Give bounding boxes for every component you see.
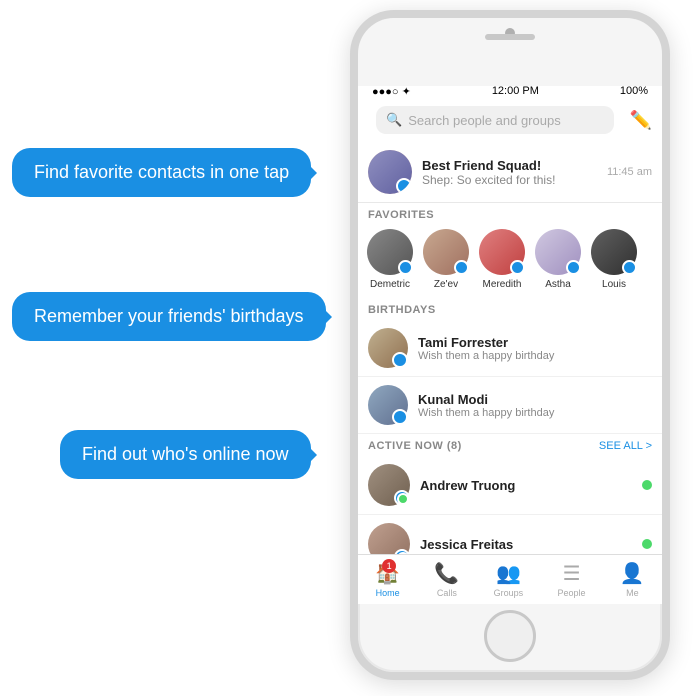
time-display: 12:00 PM bbox=[492, 85, 539, 97]
tab-groups-label: Groups bbox=[494, 588, 524, 598]
birthdays-header: BIRTHDAYS bbox=[358, 298, 662, 320]
active-now-label: ACTIVE NOW (8) bbox=[368, 440, 462, 452]
tab-home-label: Home bbox=[376, 588, 400, 598]
people-icon: ☰ bbox=[563, 561, 581, 586]
tab-calls-label: Calls bbox=[437, 588, 457, 598]
conversation-time: 11:45 am bbox=[607, 166, 652, 178]
active-avatar-andrew bbox=[368, 464, 410, 506]
favorite-zeev[interactable]: Ze'ev bbox=[420, 229, 472, 290]
tab-groups[interactable]: 👥 Groups bbox=[494, 561, 524, 598]
fav-name-astha: Astha bbox=[545, 279, 571, 290]
fav-avatar-zeev bbox=[423, 229, 469, 275]
status-bar: ●●●○ ✦ 12:00 PM 100% bbox=[358, 80, 662, 102]
fav-name-meredith: Meredith bbox=[483, 279, 522, 290]
messenger-badge bbox=[396, 178, 412, 194]
phone-screen: ●●●○ ✦ 12:00 PM 100% 🔍 Search people and… bbox=[358, 80, 662, 604]
phone-frame: ●●●○ ✦ 12:00 PM 100% 🔍 Search people and… bbox=[350, 10, 670, 680]
tab-people[interactable]: ☰ People bbox=[558, 561, 586, 598]
birthday-avatar-tami bbox=[368, 328, 408, 368]
conversation-text: Best Friend Squad! Shep: So excited for … bbox=[422, 158, 607, 187]
favorite-astha[interactable]: Astha bbox=[532, 229, 584, 290]
birthday-sub-kunal: Wish them a happy birthday bbox=[418, 407, 554, 419]
favorites-header: FAVORITES bbox=[358, 203, 662, 225]
home-badge: 1 bbox=[382, 559, 396, 573]
fav-badge-demetric bbox=[398, 260, 413, 275]
fav-name-zeev: Ze'ev bbox=[434, 279, 458, 290]
conversation-item[interactable]: Best Friend Squad! Shep: So excited for … bbox=[358, 142, 662, 203]
search-placeholder: Search people and groups bbox=[408, 113, 561, 128]
favorites-row: Demetric Ze'ev Meredith bbox=[358, 225, 662, 298]
search-bar[interactable]: 🔍 Search people and groups bbox=[376, 106, 614, 134]
me-icon: 👤 bbox=[620, 561, 645, 586]
volume-down-button[interactable] bbox=[350, 158, 351, 190]
compose-icon[interactable]: ✏️ bbox=[630, 110, 652, 131]
favorite-demetric[interactable]: Demetric bbox=[364, 229, 416, 290]
birthday-sub-tami: Wish them a happy birthday bbox=[418, 350, 554, 362]
fav-badge-zeev bbox=[454, 260, 469, 275]
birthday-tami[interactable]: Tami Forrester Wish them a happy birthda… bbox=[358, 320, 662, 377]
bday-badge-tami bbox=[392, 352, 408, 368]
birthday-name-tami: Tami Forrester bbox=[418, 335, 554, 350]
tab-me[interactable]: 👤 Me bbox=[620, 561, 645, 598]
active-name-jessica: Jessica Freitas bbox=[420, 537, 642, 552]
see-all-link[interactable]: SEE ALL > bbox=[599, 440, 652, 452]
active-andrew[interactable]: Andrew Truong bbox=[358, 456, 662, 515]
active-now-header: ACTIVE NOW (8) SEE ALL > bbox=[358, 434, 662, 456]
conversation-avatar bbox=[368, 150, 412, 194]
phone-speaker bbox=[485, 34, 535, 40]
birthday-info-kunal: Kunal Modi Wish them a happy birthday bbox=[418, 392, 554, 419]
bday-badge-kunal bbox=[392, 409, 408, 425]
birthday-name-kunal: Kunal Modi bbox=[418, 392, 554, 407]
active-name-andrew: Andrew Truong bbox=[420, 478, 642, 493]
callout-favorites: Find favorite contacts in one tap bbox=[12, 148, 311, 197]
tab-home[interactable]: 🏠 Home 1 bbox=[375, 561, 400, 598]
fav-avatar-louis bbox=[591, 229, 637, 275]
power-button[interactable] bbox=[669, 138, 670, 188]
favorite-louis[interactable]: Louis bbox=[588, 229, 640, 290]
online-indicator-andrew bbox=[642, 480, 652, 490]
callout-active: Find out who's online now bbox=[60, 430, 311, 479]
tab-me-label: Me bbox=[626, 588, 639, 598]
fav-name-louis: Louis bbox=[602, 279, 626, 290]
conversation-preview: Shep: So excited for this! bbox=[422, 173, 607, 187]
calls-icon: 📞 bbox=[434, 561, 459, 586]
fav-badge-meredith bbox=[510, 260, 525, 275]
volume-up-button[interactable] bbox=[350, 118, 351, 150]
birthday-avatar-kunal bbox=[368, 385, 408, 425]
fav-avatar-meredith bbox=[479, 229, 525, 275]
tab-people-label: People bbox=[558, 588, 586, 598]
online-indicator-jessica bbox=[642, 539, 652, 549]
tab-calls[interactable]: 📞 Calls bbox=[434, 561, 459, 598]
battery-indicator: 100% bbox=[620, 85, 648, 97]
tab-bar: 🏠 Home 1 📞 Calls 👥 Groups ☰ People 👤 Me bbox=[358, 554, 662, 604]
search-icon: 🔍 bbox=[386, 112, 402, 128]
fav-avatar-demetric bbox=[367, 229, 413, 275]
favorite-meredith[interactable]: Meredith bbox=[476, 229, 528, 290]
home-button[interactable] bbox=[484, 610, 536, 662]
fav-badge-louis bbox=[622, 260, 637, 275]
fav-badge-astha bbox=[566, 260, 581, 275]
callout-birthdays: Remember your friends' birthdays bbox=[12, 292, 326, 341]
birthday-info-tami: Tami Forrester Wish them a happy birthda… bbox=[418, 335, 554, 362]
conversation-name: Best Friend Squad! bbox=[422, 158, 607, 173]
groups-icon: 👥 bbox=[496, 561, 521, 586]
birthday-kunal[interactable]: Kunal Modi Wish them a happy birthday bbox=[358, 377, 662, 434]
fav-name-demetric: Demetric bbox=[370, 279, 410, 290]
fav-avatar-astha bbox=[535, 229, 581, 275]
online-dot-andrew bbox=[397, 493, 409, 505]
signal-indicator: ●●●○ ✦ bbox=[372, 85, 411, 98]
